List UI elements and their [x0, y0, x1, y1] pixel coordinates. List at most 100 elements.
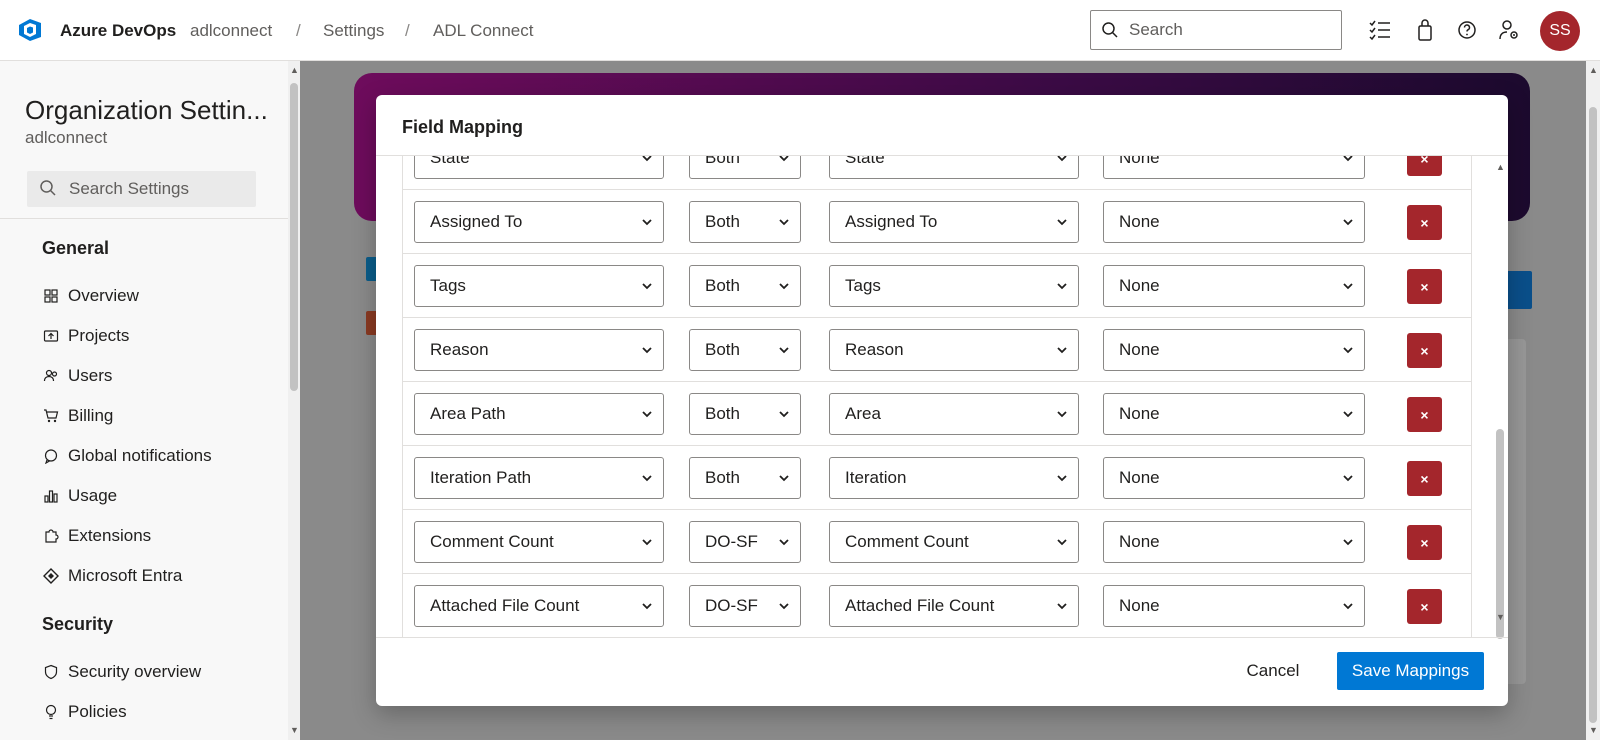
section-general: General — [42, 238, 110, 258]
sidebar-item-microsoft-entra[interactable]: Microsoft Entra — [42, 564, 182, 588]
cancel-button[interactable]: Cancel — [1233, 652, 1313, 690]
sync-direction-value: DO-SF — [705, 532, 758, 551]
sidebar-item-security-overview[interactable]: Security overview — [42, 660, 201, 684]
delete-mapping-button[interactable]: × — [1407, 525, 1442, 560]
global-search-input[interactable] — [1129, 18, 1329, 42]
target-field-value: State — [845, 156, 885, 167]
sidebar-item-policies[interactable]: Policies — [42, 700, 127, 724]
chevron-down-icon — [779, 283, 789, 290]
target-field-select[interactable]: Iteration — [829, 457, 1079, 499]
settings-sidebar: Organization Settin... adlconnect Genera… — [0, 61, 288, 740]
breadcrumb-organization[interactable]: adlconnect — [190, 21, 272, 41]
scroll-up-arrow-icon[interactable]: ▲ — [290, 65, 299, 75]
help-icon[interactable] — [1455, 18, 1479, 42]
transform-select[interactable]: None — [1103, 457, 1365, 499]
sync-direction-select[interactable]: DO-SF — [689, 585, 801, 627]
transform-select[interactable]: None — [1103, 201, 1365, 243]
transform-select[interactable]: None — [1103, 156, 1365, 179]
source-field-select[interactable]: State — [414, 156, 664, 179]
target-field-value: Tags — [845, 276, 881, 295]
chevron-down-icon — [642, 475, 652, 482]
chevron-down-icon — [779, 475, 789, 482]
sync-direction-select[interactable]: Both — [689, 329, 801, 371]
source-field-select[interactable]: Tags — [414, 265, 664, 307]
sidebar-item-users[interactable]: Users — [42, 364, 112, 388]
delete-mapping-button[interactable]: × — [1407, 269, 1442, 304]
sidebar-scrollbar-thumb[interactable] — [290, 83, 298, 391]
sync-direction-select[interactable]: DO-SF — [689, 521, 801, 563]
sync-direction-select[interactable]: Both — [689, 457, 801, 499]
chat-icon — [42, 447, 60, 465]
transform-select[interactable]: None — [1103, 393, 1365, 435]
sync-direction-select[interactable]: Both — [689, 201, 801, 243]
user-avatar[interactable]: SS — [1540, 11, 1580, 51]
target-field-select[interactable]: Assigned To — [829, 201, 1079, 243]
dialog-scrollbar-thumb[interactable] — [1496, 429, 1504, 639]
sidebar-item-extensions[interactable]: Extensions — [42, 524, 151, 548]
sidebar-scrollbar[interactable]: ▲ ▼ — [288, 61, 300, 740]
transform-select[interactable]: None — [1103, 265, 1365, 307]
sync-direction-value: Both — [705, 340, 740, 359]
chevron-down-icon — [642, 283, 652, 290]
organization-title: Organization Settin... — [25, 95, 268, 125]
sync-direction-value: Both — [705, 212, 740, 231]
scroll-up-arrow-icon[interactable]: ▲ — [1589, 65, 1598, 75]
sync-direction-value: Both — [705, 468, 740, 487]
delete-mapping-button[interactable]: × — [1407, 205, 1442, 240]
sidebar-item-overview[interactable]: Overview — [42, 284, 139, 308]
sidebar-item-billing[interactable]: Billing — [42, 404, 113, 428]
target-field-select[interactable]: State — [829, 156, 1079, 179]
source-field-value: State — [430, 156, 470, 167]
source-field-select[interactable]: Attached File Count — [414, 585, 664, 627]
dialog-title: Field Mapping — [402, 117, 523, 137]
breadcrumb-settings[interactable]: Settings — [323, 21, 384, 41]
azure-devops-logo-icon[interactable] — [17, 17, 43, 43]
page-scrollbar[interactable]: ▲ ▼ — [1586, 61, 1600, 740]
sync-direction-select[interactable]: Both — [689, 393, 801, 435]
source-field-select[interactable]: Assigned To — [414, 201, 664, 243]
scroll-down-arrow-icon[interactable]: ▼ — [290, 725, 299, 735]
delete-mapping-button[interactable]: × — [1407, 461, 1442, 496]
source-field-select[interactable]: Comment Count — [414, 521, 664, 563]
sync-direction-select[interactable]: Both — [689, 156, 801, 179]
close-icon: × — [1420, 342, 1429, 359]
search-icon — [1102, 22, 1118, 38]
source-field-select[interactable]: Reason — [414, 329, 664, 371]
dialog-scrollbar[interactable]: ▲ ▼ — [1494, 156, 1506, 706]
transform-select[interactable]: None — [1103, 585, 1365, 627]
source-field-value: Iteration Path — [430, 468, 532, 487]
user-settings-icon[interactable] — [1497, 18, 1521, 42]
scroll-down-arrow-icon[interactable]: ▼ — [1496, 612, 1505, 622]
breadcrumb-adl-connect[interactable]: ADL Connect — [433, 21, 533, 41]
transform-select[interactable]: None — [1103, 521, 1365, 563]
delete-mapping-button[interactable]: × — [1407, 397, 1442, 432]
sidebar-item-projects[interactable]: Projects — [42, 324, 129, 348]
target-field-select[interactable]: Reason — [829, 329, 1079, 371]
sync-direction-select[interactable]: Both — [689, 265, 801, 307]
target-field-select[interactable]: Tags — [829, 265, 1079, 307]
global-search-box[interactable] — [1090, 10, 1342, 50]
mapping-list[interactable]: State Both State None × Assigned To Both — [402, 156, 1472, 706]
delete-mapping-button[interactable]: × — [1407, 156, 1442, 176]
sidebar-item-global-notifications[interactable]: Global notifications — [42, 444, 212, 468]
target-field-select[interactable]: Area — [829, 393, 1079, 435]
brand-name[interactable]: Azure DevOps — [60, 21, 176, 41]
transform-select[interactable]: None — [1103, 329, 1365, 371]
shopping-bag-icon[interactable] — [1413, 18, 1437, 42]
chevron-down-icon — [1057, 411, 1067, 418]
settings-search-input[interactable] — [69, 178, 249, 200]
scroll-down-arrow-icon[interactable]: ▼ — [1589, 725, 1598, 735]
delete-mapping-button[interactable]: × — [1407, 589, 1442, 624]
target-field-select[interactable]: Comment Count — [829, 521, 1079, 563]
chevron-down-icon — [779, 603, 789, 610]
source-field-select[interactable]: Area Path — [414, 393, 664, 435]
target-field-select[interactable]: Attached File Count — [829, 585, 1079, 627]
scroll-up-arrow-icon[interactable]: ▲ — [1496, 162, 1505, 172]
delete-mapping-button[interactable]: × — [1407, 333, 1442, 368]
checklist-icon[interactable] — [1368, 18, 1392, 42]
page-scrollbar-thumb[interactable] — [1589, 107, 1597, 723]
settings-search-box[interactable] — [27, 171, 256, 207]
source-field-select[interactable]: Iteration Path — [414, 457, 664, 499]
save-mappings-button[interactable]: Save Mappings — [1337, 652, 1484, 690]
sidebar-item-usage[interactable]: Usage — [42, 484, 117, 508]
